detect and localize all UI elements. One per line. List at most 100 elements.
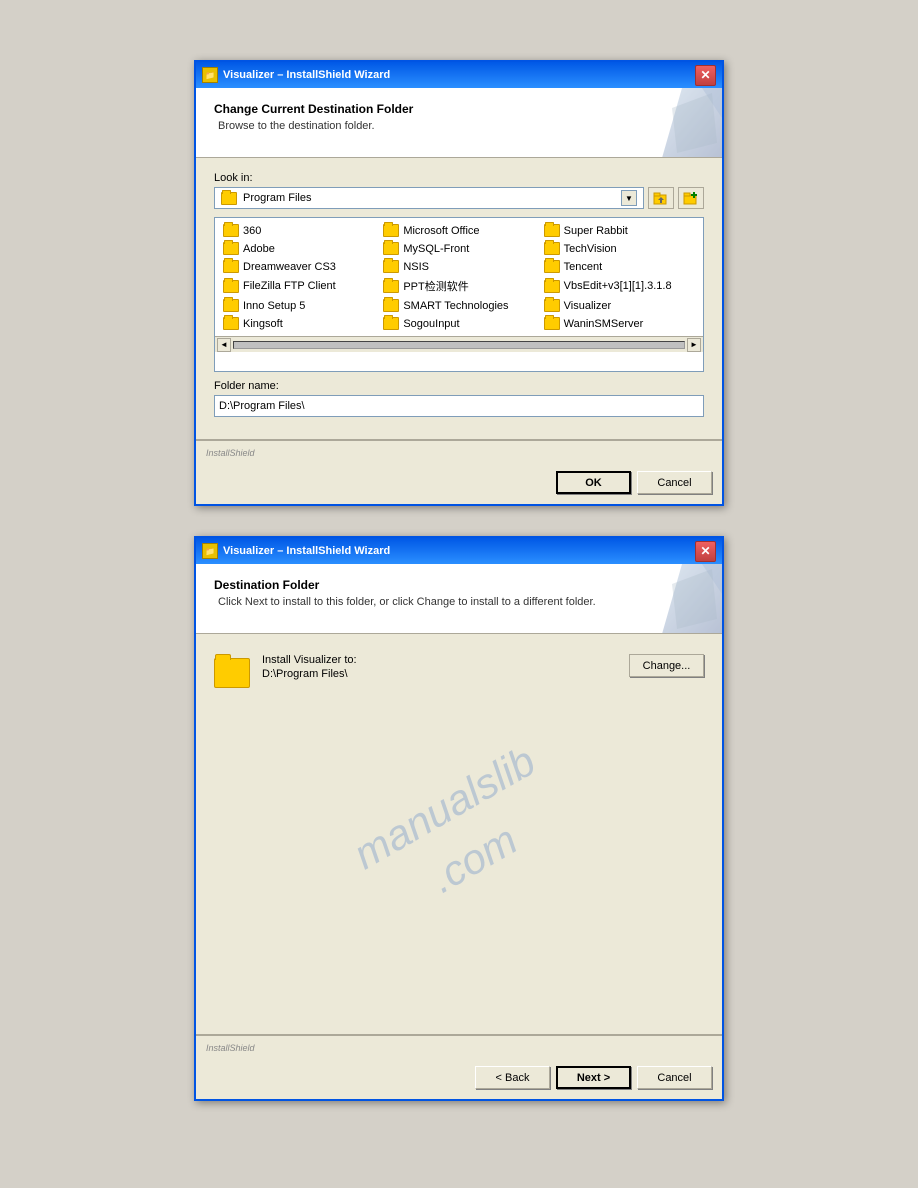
file-item[interactable]: SogouInput [379, 315, 538, 332]
dialog1-title: Visualizer – InstallShield Wizard [223, 69, 695, 81]
install-path-section: Install Visualizer to: D:\Program Files\… [196, 634, 722, 754]
folder-icon [383, 299, 399, 312]
file-item[interactable]: NSIS [379, 258, 538, 275]
up-folder-button[interactable] [648, 187, 674, 209]
dialog1-title-bar: 📁 Visualizer – InstallShield Wizard ✕ [196, 62, 722, 88]
combo-folder-icon [221, 192, 237, 205]
folder-icon [544, 317, 560, 330]
folder-icon [383, 280, 399, 293]
dialog2-header: Destination Folder Click Next to install… [196, 564, 722, 634]
dialog2-app-icon: 📁 [202, 543, 218, 559]
dialog2-header-decoration [642, 564, 722, 634]
dialog2-title: Visualizer – InstallShield Wizard [223, 545, 695, 557]
file-item[interactable]: TechVision [540, 240, 699, 257]
dialog1-header: Change Current Destination Folder Browse… [196, 88, 722, 158]
folder-icon [223, 224, 239, 237]
scroll-left-button[interactable]: ◄ [217, 338, 231, 352]
folder-icon [223, 317, 239, 330]
folder-name: VbsEdit+v3[1][1].3.1.8 [564, 280, 672, 292]
look-in-label: Look in: [214, 172, 704, 184]
folder-icon [383, 242, 399, 255]
folder-name: Super Rabbit [564, 225, 628, 237]
folder-name: 360 [243, 225, 261, 237]
file-item[interactable]: MySQL-Front [379, 240, 538, 257]
install-folder-icon [214, 658, 250, 688]
folder-name: TechVision [564, 243, 617, 255]
file-item[interactable]: Dreamweaver CS3 [219, 258, 378, 275]
folder-name: WaninSMServer [564, 318, 644, 330]
folder-icon [383, 317, 399, 330]
dialog1-content: Look in: Program Files ▼ [196, 158, 722, 439]
dialog2-title-bar: 📁 Visualizer – InstallShield Wizard ✕ [196, 538, 722, 564]
folder-name-label: Folder name: [214, 380, 704, 392]
ok-button[interactable]: OK [556, 471, 631, 494]
dialog2-cancel-button[interactable]: Cancel [637, 1066, 712, 1089]
install-label: Install Visualizer to: [262, 654, 617, 666]
file-item[interactable]: Kingsoft [219, 315, 378, 332]
file-item[interactable]: Inno Setup 5 [219, 297, 378, 314]
file-item[interactable]: VbsEdit+v3[1][1].3.1.8 [540, 276, 699, 296]
folder-icon [544, 280, 560, 293]
folder-icon [544, 260, 560, 273]
dialog2-window: 📁 Visualizer – InstallShield Wizard ✕ De… [194, 536, 724, 1101]
look-in-row: Look in: Program Files ▼ [214, 172, 704, 209]
file-item[interactable]: PPT检测软件 [379, 276, 538, 296]
folder-name: PPT检测软件 [403, 278, 468, 294]
folder-name: Adobe [243, 243, 275, 255]
file-item[interactable]: WaninSMServer [540, 315, 699, 332]
dialog2-close-button[interactable]: ✕ [695, 541, 716, 562]
file-item[interactable]: Visualizer [540, 297, 699, 314]
file-grid: 360 Microsoft Office Super Rabbit Adobe MySQ… [215, 218, 703, 336]
dialog2-installshield-label: InstallShield [206, 1043, 255, 1053]
dialog1-header-subtitle: Browse to the destination folder. [214, 120, 704, 132]
install-path: D:\Program Files\ [262, 668, 617, 680]
folder-icon [223, 299, 239, 312]
dialog2-body: Install Visualizer to: D:\Program Files\… [196, 634, 722, 1034]
file-item[interactable]: SMART Technologies [379, 297, 538, 314]
folder-icon [223, 242, 239, 255]
folder-name: NSIS [403, 261, 429, 273]
folder-name: SMART Technologies [403, 300, 508, 312]
folder-icon [223, 280, 239, 293]
folder-icon [544, 224, 560, 237]
dialog1-header-decoration [642, 88, 722, 158]
dialog1-window: 📁 Visualizer – InstallShield Wizard ✕ Ch… [194, 60, 724, 506]
file-item[interactable]: Adobe [219, 240, 378, 257]
folder-name: Tencent [564, 261, 603, 273]
look-in-combo[interactable]: Program Files ▼ [214, 187, 644, 209]
large-content-area [196, 754, 722, 1034]
file-item[interactable]: Super Rabbit [540, 222, 699, 239]
folder-icon [544, 299, 560, 312]
combo-dropdown-arrow[interactable]: ▼ [621, 190, 637, 206]
dialog1-button-row: OK Cancel [196, 463, 722, 504]
dialog2-header-subtitle: Click Next to install to this folder, or… [214, 596, 704, 608]
folder-name: MySQL-Front [403, 243, 469, 255]
dialog1-app-icon: 📁 [202, 67, 218, 83]
folder-icon [383, 260, 399, 273]
file-item[interactable]: FileZilla FTP Client [219, 276, 378, 296]
dialog2-header-title: Destination Folder [214, 578, 704, 592]
folder-name: Microsoft Office [403, 225, 479, 237]
folder-name: SogouInput [403, 318, 459, 330]
folder-name-input[interactable] [214, 395, 704, 417]
file-item[interactable]: Microsoft Office [379, 222, 538, 239]
new-folder-button[interactable] [678, 187, 704, 209]
scroll-track[interactable] [233, 341, 685, 349]
folder-icon [544, 242, 560, 255]
dialog1-header-title: Change Current Destination Folder [214, 102, 704, 116]
file-item[interactable]: 360 [219, 222, 378, 239]
file-item[interactable]: Tencent [540, 258, 699, 275]
change-button[interactable]: Change... [629, 654, 704, 677]
scroll-right-button[interactable]: ► [687, 338, 701, 352]
folder-icon [223, 260, 239, 273]
folder-name-row: Folder name: [214, 380, 704, 417]
folder-name: Visualizer [564, 300, 612, 312]
dialog1-close-button[interactable]: ✕ [695, 65, 716, 86]
folder-name: Inno Setup 5 [243, 300, 305, 312]
look-in-combo-row: Program Files ▼ [214, 187, 704, 209]
next-button[interactable]: Next > [556, 1066, 631, 1089]
cancel-button[interactable]: Cancel [637, 471, 712, 494]
back-button[interactable]: < Back [475, 1066, 550, 1089]
folder-icon [383, 224, 399, 237]
dialog2-button-row: < Back Next > Cancel [196, 1058, 722, 1099]
